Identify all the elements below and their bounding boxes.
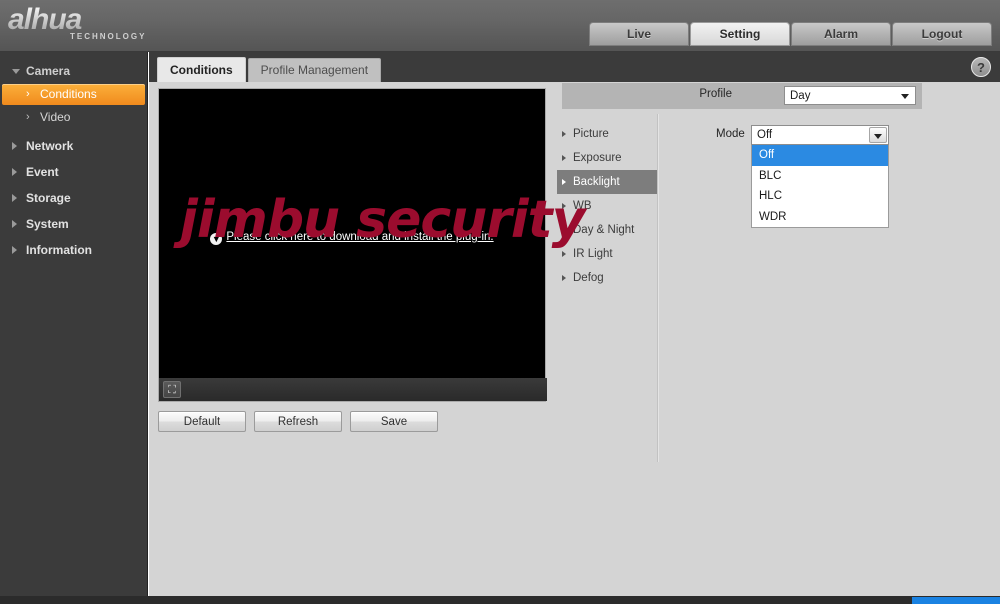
mode-option-off[interactable]: Off: [752, 145, 888, 166]
sidebar-group-storage[interactable]: Storage: [0, 187, 147, 209]
brand-tagline: TECHNOLOGY: [70, 32, 147, 41]
submenu-item-picture[interactable]: Picture: [557, 122, 657, 146]
sidebar-group-system-label: System: [26, 217, 69, 231]
triangle-right-icon: [562, 131, 566, 137]
profile-label: Profile: [699, 88, 732, 100]
submenu-item-backlight-label: Backlight: [573, 176, 620, 188]
chevron-right-icon: ›: [26, 88, 30, 100]
triangle-right-icon: [562, 227, 566, 233]
triangle-right-icon: [562, 155, 566, 161]
scroll-indicator[interactable]: [912, 597, 1000, 604]
nav-button-logout[interactable]: Logout: [892, 22, 992, 46]
app-header: alhua TECHNOLOGY Live Setting Alarm Logo…: [0, 0, 1000, 52]
mode-option-hlc[interactable]: HLC: [752, 186, 888, 207]
sidebar-item-video[interactable]: › Video: [2, 107, 145, 128]
chevron-down-icon[interactable]: [869, 127, 887, 143]
top-navigation: Live Setting Alarm Logout: [589, 22, 992, 46]
download-arrow-icon: ▼: [210, 233, 223, 245]
bottom-strip: [0, 596, 1000, 604]
sidebar-group-camera-label: Camera: [26, 64, 71, 78]
triangle-right-icon: [12, 168, 17, 176]
chevron-down-icon: [901, 94, 909, 99]
triangle-down-icon: [12, 69, 20, 74]
sidebar-navigation: Camera › Conditions › Video Network Even…: [0, 52, 148, 604]
sidebar-group-information[interactable]: Information: [0, 239, 147, 261]
mode-options-list: Off BLC HLC WDR: [751, 145, 889, 228]
default-button[interactable]: Default: [158, 411, 246, 432]
settings-panel: ▼ Please click here to download and insta…: [149, 82, 1000, 604]
submenu-item-ir-light[interactable]: IR Light: [557, 242, 657, 266]
content-top-bar: Conditions Profile Management ?: [149, 52, 1000, 82]
main-content: Conditions Profile Management ? ▼ Please …: [148, 52, 1000, 604]
triangle-right-icon: [12, 246, 17, 254]
sidebar-item-conditions-label: Conditions: [40, 87, 97, 101]
mode-label: Mode: [716, 128, 745, 140]
submenu-item-wb[interactable]: WB: [557, 194, 657, 218]
triangle-right-icon: [562, 203, 566, 209]
triangle-right-icon: [12, 142, 17, 150]
submenu-item-backlight[interactable]: Backlight: [557, 170, 657, 194]
submenu-item-wb-label: WB: [573, 200, 592, 212]
brand-logo: alhua TECHNOLOGY: [8, 4, 208, 48]
save-button[interactable]: Save: [350, 411, 438, 432]
tab-conditions[interactable]: Conditions: [157, 57, 246, 82]
sidebar-group-storage-label: Storage: [26, 191, 71, 205]
triangle-right-icon: [562, 179, 566, 185]
sidebar-group-network[interactable]: Network: [0, 135, 147, 157]
tab-profile-management[interactable]: Profile Management: [247, 58, 382, 82]
profile-bar: Profile Day: [562, 83, 922, 109]
profile-select[interactable]: Day: [784, 86, 916, 105]
tab-bar: Conditions Profile Management: [157, 57, 382, 82]
action-button-row: Default Refresh Save: [158, 411, 438, 432]
sidebar-group-information-label: Information: [26, 243, 92, 257]
submenu-item-defog[interactable]: Defog: [557, 266, 657, 290]
triangle-right-icon: [562, 251, 566, 257]
submenu-item-defog-label: Defog: [573, 272, 604, 284]
mode-option-wdr[interactable]: WDR: [752, 207, 888, 228]
plugin-download-prompt[interactable]: ▼ Please click here to download and insta…: [159, 231, 545, 245]
sidebar-item-conditions[interactable]: › Conditions: [2, 84, 145, 105]
mode-select-value: Off: [757, 129, 773, 141]
plugin-download-link[interactable]: Please click here to download and instal…: [226, 231, 493, 243]
nav-button-setting[interactable]: Setting: [690, 22, 790, 46]
sidebar-group-event-label: Event: [26, 165, 59, 179]
video-preview: ▼ Please click here to download and insta…: [158, 88, 547, 402]
sidebar-group-system[interactable]: System: [0, 213, 147, 235]
chevron-right-icon: ›: [26, 111, 30, 123]
nav-button-alarm[interactable]: Alarm: [791, 22, 891, 46]
triangle-right-icon: [562, 275, 566, 281]
mode-option-blc[interactable]: BLC: [752, 166, 888, 187]
vertical-divider: [657, 114, 658, 462]
conditions-submenu: Picture Exposure Backlight WB Day & Nigh…: [557, 122, 657, 290]
fullscreen-icon[interactable]: ⛶: [163, 381, 181, 398]
submenu-item-day-night-label: Day & Night: [573, 224, 635, 236]
help-icon[interactable]: ?: [971, 57, 991, 77]
submenu-item-picture-label: Picture: [573, 128, 609, 140]
sidebar-group-network-label: Network: [26, 139, 74, 153]
submenu-item-ir-light-label: IR Light: [573, 248, 613, 260]
submenu-item-day-night[interactable]: Day & Night: [557, 218, 657, 242]
sidebar-group-camera[interactable]: Camera: [0, 60, 147, 82]
triangle-right-icon: [12, 194, 17, 202]
profile-select-value: Day: [790, 90, 811, 102]
sidebar-item-video-label: Video: [40, 110, 71, 124]
sidebar-group-event[interactable]: Event: [0, 161, 147, 183]
nav-button-live[interactable]: Live: [589, 22, 689, 46]
mode-select[interactable]: Off: [751, 125, 889, 145]
refresh-button[interactable]: Refresh: [254, 411, 342, 432]
submenu-item-exposure[interactable]: Exposure: [557, 146, 657, 170]
triangle-right-icon: [12, 220, 17, 228]
submenu-item-exposure-label: Exposure: [573, 152, 622, 164]
video-toolbar: ⛶: [159, 378, 547, 401]
